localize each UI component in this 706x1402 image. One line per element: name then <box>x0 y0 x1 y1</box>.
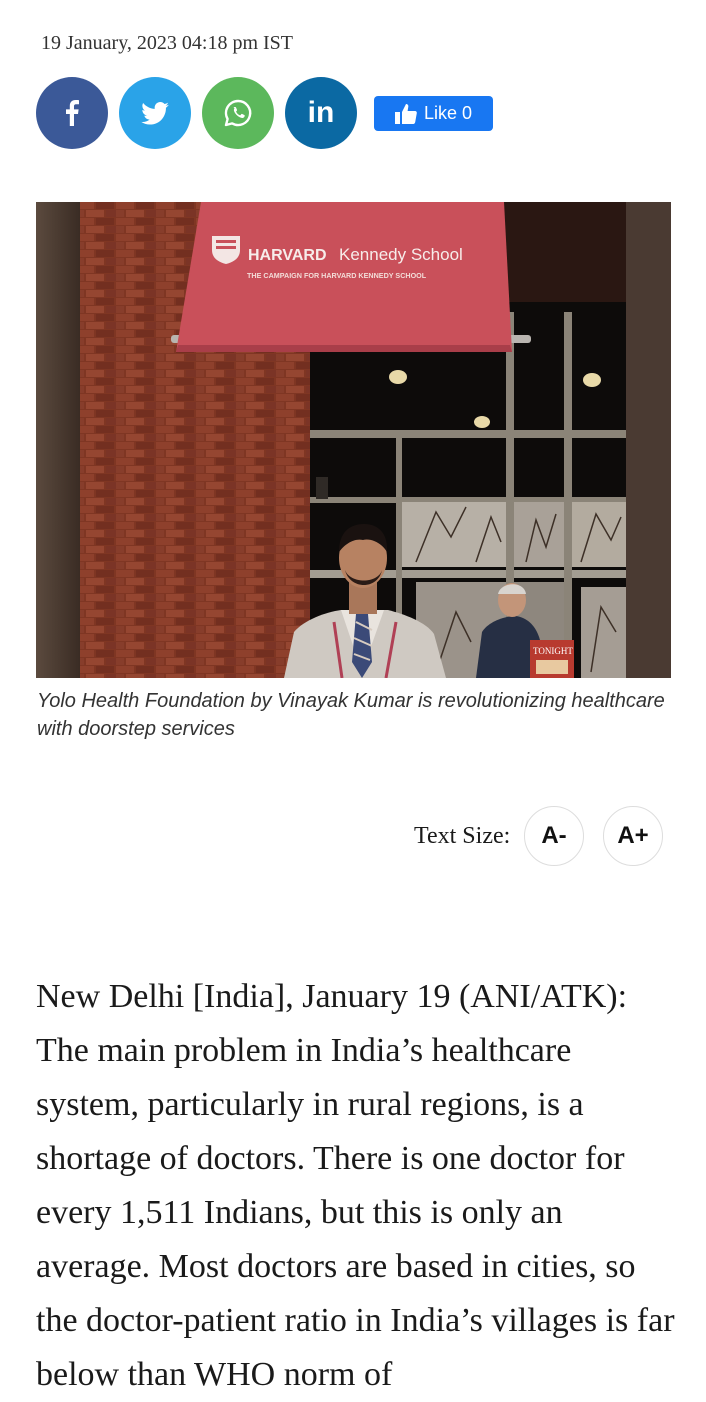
linkedin-icon: in <box>307 96 335 129</box>
share-twitter-button[interactable] <box>119 77 191 149</box>
banner-subtitle: THE CAMPAIGN FOR HARVARD KENNEDY SCHOOL <box>247 271 427 280</box>
thumbs-up-icon <box>394 103 417 124</box>
tonight-sign: TONIGHT <box>533 646 573 656</box>
banner-brand: HARVARD <box>248 247 327 264</box>
article-body: New Delhi [India], January 19 (ANI/ATK):… <box>36 970 676 1402</box>
article-paragraph: New Delhi [India], January 19 (ANI/ATK):… <box>36 978 675 1393</box>
whatsapp-icon <box>224 99 252 127</box>
like-count: Like 0 <box>423 103 473 123</box>
share-linkedin-button[interactable]: in <box>285 77 357 149</box>
share-whatsapp-button[interactable] <box>202 77 274 149</box>
photo-caption: Yolo Health Foundation by Vinayak Kumar … <box>37 690 665 740</box>
article-dateline: 19 January, 2023 04:18 pm IST <box>41 32 294 54</box>
increase-text-size-button[interactable]: A+ <box>603 806 663 866</box>
decrease-text-size-button[interactable]: A- <box>524 806 584 866</box>
article-photo: HARVARD Kennedy School THE CAMPAIGN FOR … <box>36 202 671 678</box>
share-facebook-button[interactable] <box>36 77 108 149</box>
banner-school: Kennedy School <box>339 245 463 264</box>
article-photo-image: HARVARD Kennedy School THE CAMPAIGN FOR … <box>36 202 671 678</box>
facebook-icon <box>66 100 79 126</box>
facebook-like-button[interactable]: Like 0 <box>374 96 493 131</box>
text-size-label: Text Size: <box>414 823 511 849</box>
twitter-icon <box>141 101 169 125</box>
